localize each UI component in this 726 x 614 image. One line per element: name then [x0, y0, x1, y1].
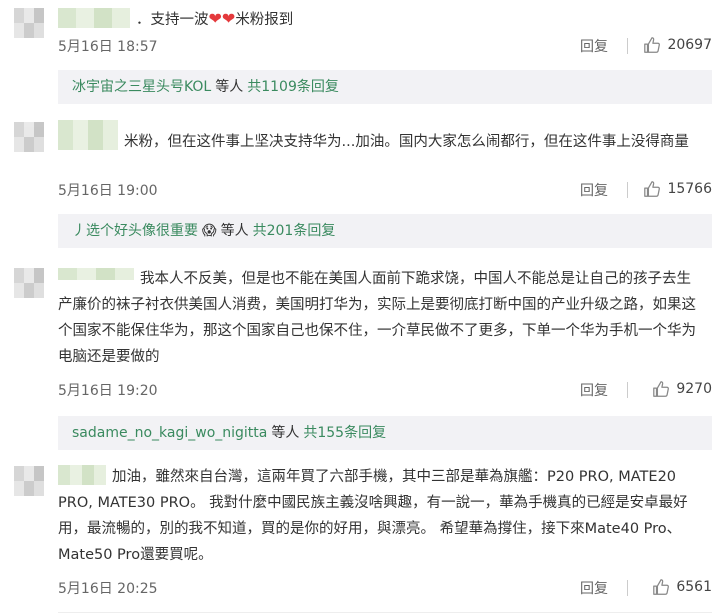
- reply-button[interactable]: 回复: [580, 180, 608, 200]
- comment-meta: 5月16日 18:57 回复 20697: [58, 36, 712, 58]
- comment-date: 5月16日 18:57: [58, 39, 158, 55]
- divider: [58, 612, 712, 613]
- avatar[interactable]: [14, 8, 44, 38]
- comment-text: 加油，雖然來自台灣，這兩年買了六部手機，其中三部是華為旗艦：P20 PRO, M…: [58, 464, 704, 568]
- comment-item: ．支持一波❤❤米粉报到 5月16日 18:57 回复 20697 冰宇宙之三星头…: [0, 0, 726, 110]
- sub-reply-count[interactable]: 共201条回复: [253, 223, 336, 239]
- username-blurred[interactable]: [58, 120, 118, 150]
- reply-button[interactable]: 回复: [580, 36, 608, 56]
- like-count: 20697: [667, 37, 712, 53]
- divider: [627, 382, 628, 398]
- like-count: 6561: [676, 579, 712, 595]
- like-button[interactable]: 6561: [652, 578, 712, 596]
- comment-item: 米粉，但在这件事上坚决支持华为...加油。国内大家怎么闹都行，但在这件事上没得商…: [0, 110, 726, 256]
- comment-text: 我本人不反美，但是也不能在美国人面前下跪求饶，中国人不能总是让自己的孩子去生产廉…: [58, 266, 704, 370]
- heart-emoji-icon: ❤: [208, 9, 222, 28]
- like-count: 15766: [667, 181, 712, 197]
- avatar[interactable]: [14, 268, 44, 298]
- comment-meta: 5月16日 19:00 回复 15766: [58, 180, 712, 202]
- reply-button[interactable]: 回复: [580, 380, 608, 400]
- sub-reply-user[interactable]: 冰宇宙之三星头号KOL: [72, 79, 211, 95]
- avatar[interactable]: [14, 122, 44, 152]
- comment-meta: 5月16日 19:20 回复 9270: [58, 380, 712, 402]
- sub-replies-summary[interactable]: 冰宇宙之三星头号KOL 等人 共1109条回复: [58, 70, 712, 104]
- like-button[interactable]: 15766: [643, 180, 712, 198]
- thumbs-up-icon: [644, 37, 661, 53]
- thumbs-up-icon: [644, 181, 661, 197]
- comment-item: 加油，雖然來自台灣，這兩年買了六部手機，其中三部是華為旗艦：P20 PRO, M…: [0, 454, 726, 614]
- comment-text: 米粉，但在这件事上坚决支持华为...加油。国内大家怎么闹都行，但在这件事上没得商…: [58, 120, 704, 155]
- sub-replies-summary[interactable]: 丿选个好头像很重要 😱 等人 共201条回复: [58, 214, 712, 248]
- like-count: 9270: [676, 381, 712, 397]
- divider: [627, 38, 628, 54]
- like-button[interactable]: 20697: [643, 36, 712, 54]
- username-blurred[interactable]: [58, 465, 106, 485]
- username-blurred[interactable]: [58, 268, 134, 280]
- sub-reply-count[interactable]: 共1109条回复: [247, 79, 339, 95]
- divider: [627, 580, 628, 596]
- comment-meta: 5月16日 20:25 回复 6561: [58, 578, 712, 600]
- thumbs-up-icon: [653, 381, 670, 397]
- heart-emoji-icon: ❤: [221, 9, 236, 28]
- sub-reply-user[interactable]: sadame_no_kagi_wo_nigitta: [72, 425, 267, 441]
- comment-date: 5月16日 19:20: [58, 383, 158, 399]
- comment-text: ．支持一波❤❤米粉报到: [58, 6, 704, 33]
- thumbs-up-icon: [653, 579, 670, 595]
- comment-item: 我本人不反美，但是也不能在美国人面前下跪求饶，中国人不能总是让自己的孩子去生产廉…: [0, 256, 726, 454]
- avatar[interactable]: [14, 466, 44, 496]
- username-blurred[interactable]: [58, 8, 130, 28]
- reply-button[interactable]: 回复: [580, 578, 608, 598]
- sub-replies-summary[interactable]: sadame_no_kagi_wo_nigitta 等人 共155条回复: [58, 416, 712, 450]
- like-button[interactable]: 9270: [652, 380, 712, 398]
- sub-reply-user[interactable]: 丿选个好头像很重要: [72, 223, 198, 239]
- comment-date: 5月16日 19:00: [58, 183, 158, 199]
- comment-date: 5月16日 20:25: [58, 581, 158, 597]
- shocked-emoji-icon: 😱: [202, 223, 217, 239]
- divider: [627, 182, 628, 198]
- sub-reply-count[interactable]: 共155条回复: [303, 425, 386, 441]
